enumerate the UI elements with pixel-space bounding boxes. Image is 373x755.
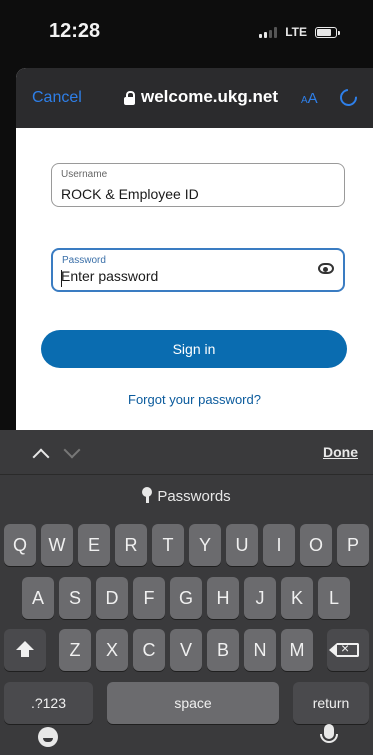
return-key[interactable]: return [293,682,369,724]
url-text: welcome.ukg.net [141,87,278,106]
key[interactable]: N [244,629,276,671]
key-row-4: .?123 space return [0,682,373,724]
text-size-button[interactable]: AA [301,90,318,107]
username-value: ROCK & Employee ID [61,186,199,202]
key-row-3: Z X C V B N M [0,629,373,671]
keyboard-bottom-bar [0,722,373,755]
key-row-2: A S D F G H J K L [0,577,373,619]
key[interactable]: Y [189,524,221,566]
key[interactable]: T [152,524,184,566]
status-indicators: LTE [259,25,340,39]
cancel-button[interactable]: Cancel [32,89,82,107]
key[interactable]: I [263,524,295,566]
key[interactable]: F [133,577,165,619]
key[interactable]: L [318,577,350,619]
key[interactable]: U [226,524,258,566]
emoji-icon[interactable] [38,727,58,747]
previous-field-icon[interactable] [32,448,50,466]
key[interactable]: M [281,629,313,671]
reload-icon[interactable] [336,85,361,110]
key[interactable]: D [96,577,128,619]
key[interactable]: Q [4,524,36,566]
key[interactable]: B [207,629,239,671]
key[interactable]: J [244,577,276,619]
address-bar[interactable]: welcome.ukg.net [124,87,278,107]
keyboard: Done Passwords Q W E R T Y U I O P A S D… [0,430,373,755]
key-icon [142,487,153,503]
key[interactable]: K [281,577,313,619]
backspace-icon [329,640,359,657]
key-row-1: Q W E R T Y U I O P [0,524,373,566]
key[interactable]: O [300,524,332,566]
password-field[interactable]: Password [51,248,345,292]
phone-screen: 12:28 LTE Cancel welcome.ukg.net AA User… [0,0,373,755]
key[interactable]: W [41,524,73,566]
lock-icon [124,90,135,105]
browser-toolbar: Cancel welcome.ukg.net AA [16,68,373,128]
username-label: Username [61,169,108,180]
key[interactable]: X [96,629,128,671]
key[interactable]: A [22,577,54,619]
key[interactable]: G [170,577,202,619]
battery-icon [315,26,340,38]
key[interactable]: H [207,577,239,619]
text-cursor [61,270,62,287]
key[interactable]: S [59,577,91,619]
status-bar: 12:28 LTE [0,0,373,64]
shift-key[interactable] [4,629,46,671]
next-field-icon[interactable] [63,441,81,459]
key[interactable]: E [78,524,110,566]
keyboard-accessory-bar: Done [0,430,373,475]
forgot-password-link[interactable]: Forgot your password? [16,392,373,407]
key[interactable]: C [133,629,165,671]
key[interactable]: P [337,524,369,566]
sign-in-button[interactable]: Sign in [41,330,347,368]
key[interactable]: Z [59,629,91,671]
key[interactable]: V [170,629,202,671]
passwords-suggestion[interactable]: Passwords [0,474,373,518]
done-button[interactable]: Done [323,444,358,460]
password-label: Password [62,255,106,266]
key[interactable]: R [115,524,147,566]
numbers-key[interactable]: .?123 [4,682,93,724]
space-key[interactable]: space [107,682,279,724]
password-input[interactable] [53,268,301,284]
network-label: LTE [285,25,307,39]
username-field[interactable]: Username ROCK & Employee ID [51,163,345,207]
signal-icon [259,26,278,38]
show-password-icon[interactable] [318,263,334,274]
shift-icon [16,641,34,657]
microphone-icon[interactable] [320,724,338,743]
passwords-label: Passwords [157,488,231,505]
backspace-key[interactable] [327,629,369,671]
clock: 12:28 [49,20,101,42]
